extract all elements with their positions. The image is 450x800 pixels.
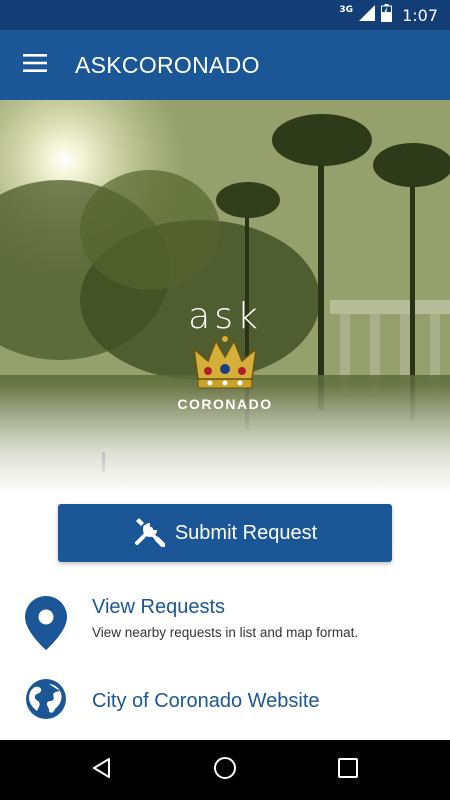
globe-icon	[25, 678, 67, 725]
back-button[interactable]	[72, 740, 132, 800]
recents-button[interactable]	[318, 740, 378, 800]
list-item-city-website[interactable]: City of Coronado Website	[0, 678, 450, 724]
battery-icon	[381, 4, 393, 26]
navigation-bar	[0, 740, 450, 800]
recents-square-icon	[337, 757, 359, 784]
home-circle-icon	[213, 756, 237, 785]
list-item-view-requests[interactable]: View Requests View nearby requests in li…	[0, 596, 450, 656]
hero-banner: ask CORONADO	[0, 100, 450, 495]
tools-icon	[133, 515, 166, 552]
signal-icon	[359, 5, 376, 25]
back-triangle-icon	[91, 757, 113, 784]
clock: 1:07	[402, 5, 438, 25]
submit-request-label: Submit Request	[174, 521, 318, 544]
app-title: ASKCORONADO	[75, 51, 260, 78]
view-requests-title: View Requests	[92, 596, 226, 618]
network-type: 3G	[339, 5, 354, 15]
app-bar: ASKCORONADO	[0, 30, 450, 100]
logo-coronado-text: CORONADO	[177, 396, 273, 412]
view-requests-subtitle: View nearby requests in list and map for…	[92, 625, 359, 640]
status-bar: 3G 1:07	[0, 0, 450, 30]
submit-request-button[interactable]: Submit Request	[58, 504, 392, 562]
menu-button[interactable]	[0, 30, 70, 100]
logo-ask-text: ask	[188, 296, 262, 337]
home-button[interactable]	[195, 740, 255, 800]
city-website-title: City of Coronado Website	[92, 689, 320, 712]
hamburger-menu-icon	[23, 53, 47, 77]
crown-icon	[190, 335, 260, 398]
map-pin-icon	[25, 596, 67, 656]
